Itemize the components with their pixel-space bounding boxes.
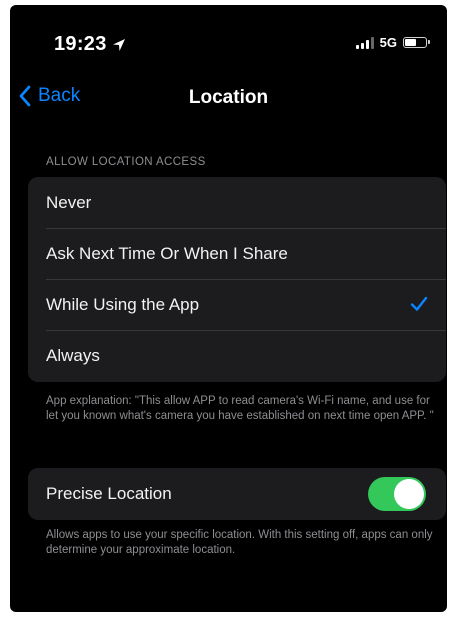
- option-label: Ask Next Time Or When I Share: [46, 243, 288, 263]
- navigation-bar: Back Location: [10, 77, 447, 121]
- option-label: Always: [46, 345, 100, 365]
- option-always[interactable]: Always: [28, 330, 446, 381]
- status-indicators: 5G: [355, 35, 430, 50]
- status-bar: 19:23 5G: [10, 5, 447, 75]
- option-ask-next-time[interactable]: Ask Next Time Or When I Share: [28, 228, 446, 279]
- page-title: Location: [188, 87, 269, 108]
- signal-icon: [355, 36, 374, 49]
- section-header-location-access: ALLOW LOCATION ACCESS: [46, 156, 206, 168]
- location-arrow-icon: [112, 38, 125, 51]
- checkmark-icon: [410, 296, 428, 311]
- precise-location-group: Precise Location: [28, 468, 446, 520]
- toggle-knob: [394, 479, 424, 509]
- battery-icon: [403, 37, 430, 48]
- option-while-using-app[interactable]: While Using the App: [28, 279, 446, 330]
- precise-location-row: Precise Location: [28, 468, 446, 520]
- phone-screen: 19:23 5G Back Location ALLOW LOCATION AC…: [10, 5, 447, 612]
- status-time: 19:23: [54, 33, 127, 56]
- precise-location-toggle[interactable]: [368, 477, 426, 511]
- app-explanation-text: App explanation: "This allow APP to read…: [46, 395, 434, 422]
- option-never[interactable]: Never: [28, 177, 446, 228]
- clock-text: 19:23: [54, 33, 107, 55]
- battery-fill: [405, 39, 416, 46]
- option-label: While Using the App: [46, 294, 200, 314]
- precise-location-label: Precise Location: [46, 484, 172, 503]
- option-label: Never: [46, 192, 92, 212]
- network-label: 5G: [379, 35, 397, 50]
- location-access-options: Never Ask Next Time Or When I Share Whil…: [28, 177, 446, 382]
- precise-location-description: Allows apps to use your specific locatio…: [46, 529, 433, 556]
